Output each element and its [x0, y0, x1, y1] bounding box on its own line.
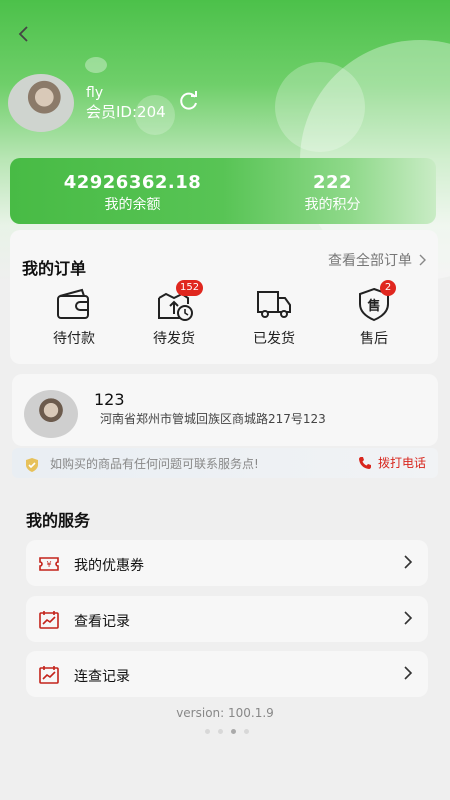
back-button[interactable]: [12, 22, 36, 46]
points-amount: 222: [312, 172, 353, 193]
address-avatar: [24, 390, 78, 438]
decorative-bubble: [85, 57, 107, 73]
decorative-bubble: [275, 62, 365, 152]
page-indicator: [205, 729, 249, 734]
services-title: 我的服务: [26, 511, 91, 530]
chevron-right-icon: [404, 666, 413, 680]
service-view-records[interactable]: 查看记录: [26, 596, 428, 642]
coupon-icon: ¥: [39, 557, 59, 571]
view-all-orders-link[interactable]: 查看全部订单: [328, 250, 426, 270]
user-avatar[interactable]: [8, 74, 74, 132]
page-dot: [205, 729, 210, 734]
shield-check-icon: [26, 458, 38, 472]
app-version: version: 100.1.9: [176, 706, 274, 720]
call-label: 拨打电话: [377, 456, 426, 470]
balance-amount: 42926362.18: [63, 172, 202, 193]
member-id: 会员ID:204: [86, 103, 166, 121]
chevron-right-icon: [404, 555, 413, 569]
address-card[interactable]: 123 河南省郑州市管城回族区商城路217号123: [12, 374, 438, 446]
chevron-right-icon: [404, 611, 413, 625]
service-lookup-records-label: 连查记录: [74, 669, 130, 685]
truck-icon: [257, 291, 291, 318]
balance-section[interactable]: 42926362.18 我的余额: [50, 172, 215, 214]
phone-icon: [358, 456, 371, 469]
after-sales-badge: 2: [380, 280, 396, 296]
orders-card: 我的订单 查看全部订单 待付款 152 待发货 已发货 售 2 售后: [10, 230, 438, 364]
chevron-right-icon: [419, 254, 426, 266]
address-name: 123: [94, 390, 125, 409]
page-dot: [244, 729, 249, 734]
order-pending-payment[interactable]: 待付款: [34, 286, 114, 348]
order-shipped-label: 已发货: [253, 331, 295, 347]
service-view-records-label: 查看记录: [74, 614, 130, 630]
balance-card: 42926362.18 我的余额 222 我的积分: [10, 158, 436, 224]
svg-text:售: 售: [367, 298, 380, 314]
points-section[interactable]: 222 我的积分: [255, 172, 410, 214]
service-coupons[interactable]: ¥ 我的优惠券: [26, 540, 428, 586]
refresh-button[interactable]: [178, 90, 200, 112]
address-detail: 河南省郑州市管城回族区商城路217号123: [100, 412, 326, 426]
view-all-orders-label: 查看全部订单: [328, 253, 412, 269]
svg-text:¥: ¥: [46, 560, 51, 569]
order-after-sales-label: 售后: [360, 331, 388, 347]
balance-label: 我的余额: [104, 197, 161, 213]
call-button[interactable]: 拨打电话: [358, 454, 426, 471]
chevron-left-icon: [18, 26, 28, 42]
chart-record-icon: [39, 611, 59, 629]
wallet-icon: [57, 288, 89, 319]
page-dot: [218, 729, 223, 734]
page-dot-active: [231, 729, 236, 734]
order-shipped[interactable]: 已发货: [234, 286, 314, 348]
pending-shipment-badge: 152: [176, 280, 204, 296]
chart-record-icon: [39, 666, 59, 684]
service-notice-bar: 如购买的商品有任何问题可联系服务点! 拨打电话: [12, 448, 438, 478]
refresh-icon: [180, 91, 197, 110]
order-pending-payment-label: 待付款: [53, 331, 95, 347]
order-after-sales[interactable]: 售 2 售后: [334, 280, 414, 348]
service-lookup-records[interactable]: 连查记录: [26, 651, 428, 697]
orders-title: 我的订单: [22, 259, 87, 278]
points-label: 我的积分: [304, 197, 361, 213]
service-coupons-label: 我的优惠券: [74, 558, 144, 574]
user-name: fly: [86, 85, 104, 101]
order-pending-shipment-label: 待发货: [153, 331, 195, 347]
notice-text: 如购买的商品有任何问题可联系服务点!: [50, 457, 259, 471]
order-pending-shipment[interactable]: 152 待发货: [134, 280, 214, 348]
